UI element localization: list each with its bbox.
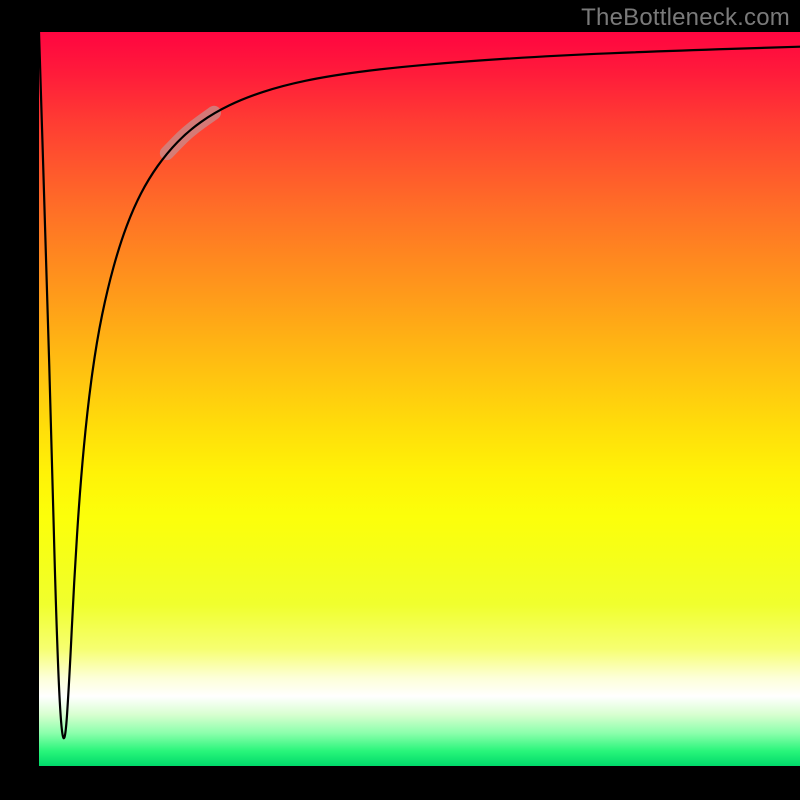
bottleneck-curve-line (39, 32, 800, 738)
chart-svg (39, 32, 800, 766)
watermark-text: TheBottleneck.com (581, 4, 790, 32)
chart-frame: TheBottleneck.com (0, 0, 800, 800)
